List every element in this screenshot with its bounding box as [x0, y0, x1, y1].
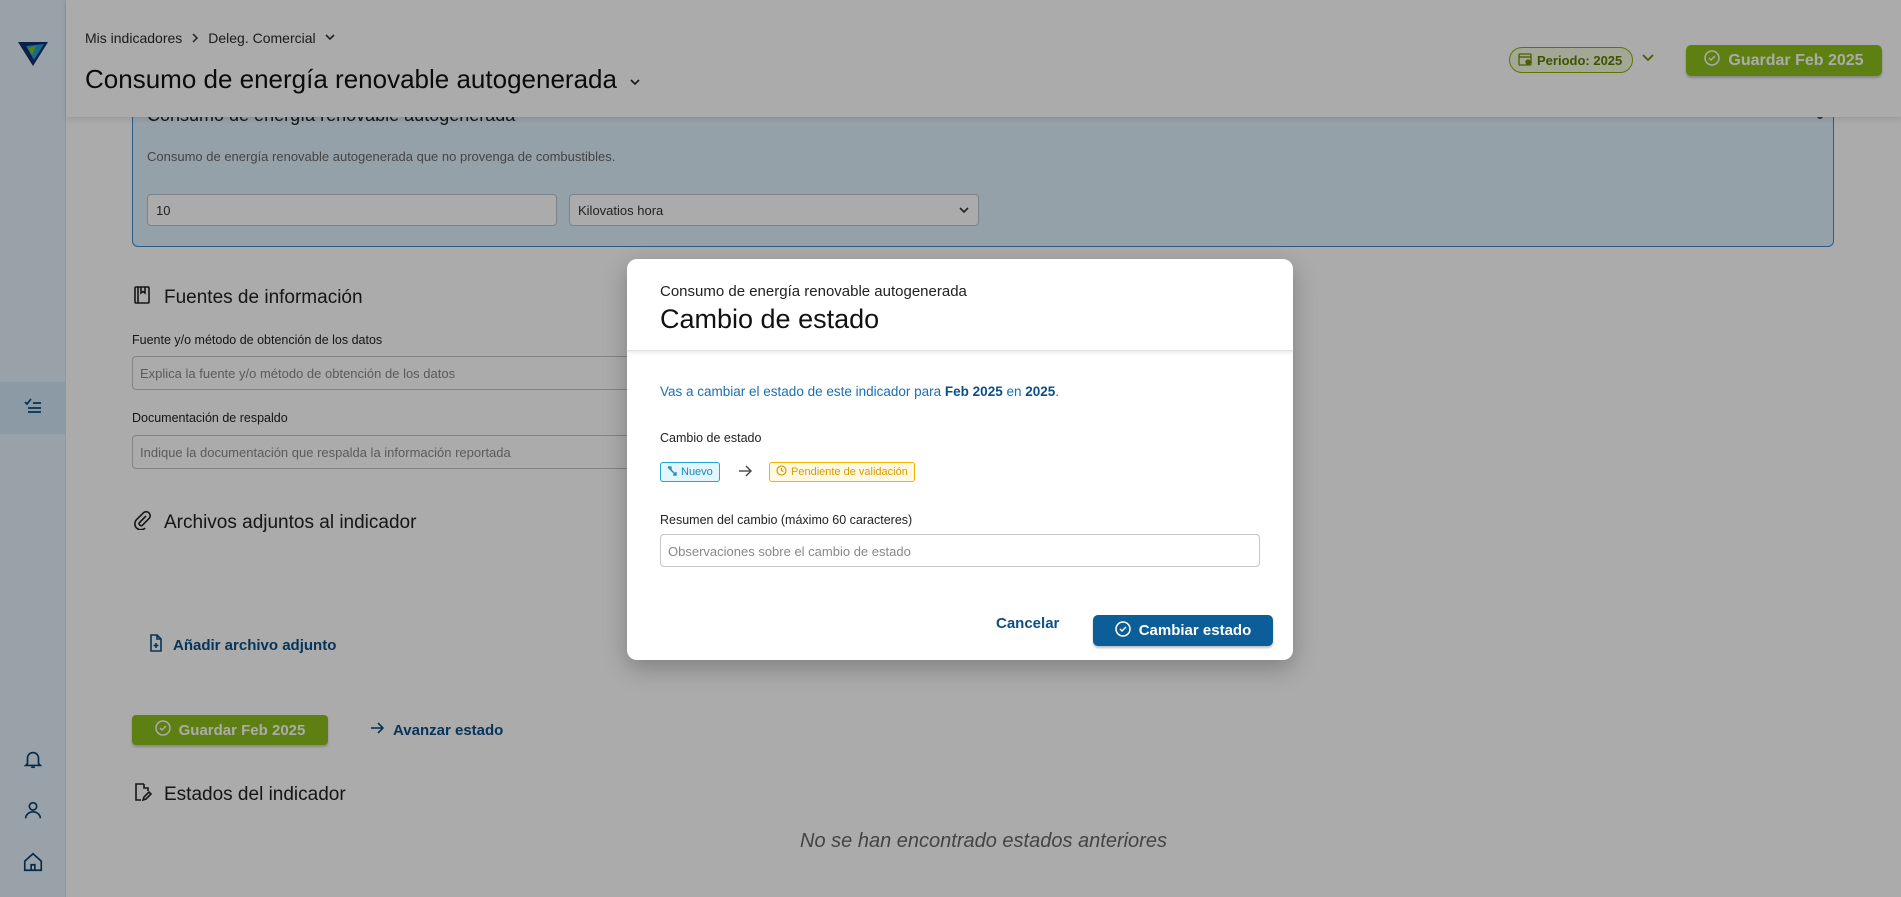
to-state-label: Pendiente de validación [791, 466, 908, 478]
clock-icon [776, 465, 787, 479]
status-badge-new: Nuevo [660, 462, 720, 482]
info-period: Feb 2025 [944, 384, 1003, 399]
arrow-diagonal-icon [667, 465, 677, 479]
info-suffix: . [1055, 384, 1060, 399]
arrow-right-icon [737, 463, 753, 484]
modal-title: Cambio de estado [660, 304, 880, 334]
change-state-modal: Consumo de energía renovable autogenerad… [627, 259, 1293, 660]
info-year: 2025 [1025, 384, 1056, 399]
change-state-button[interactable]: Cambiar estado [1093, 615, 1273, 646]
modal-header: Consumo de energía renovable autogenerad… [627, 259, 1293, 351]
cancel-button[interactable]: Cancelar [996, 615, 1059, 632]
status-badge-pending: Pendiente de validación [769, 462, 915, 482]
from-state-label: Nuevo [681, 466, 713, 478]
summary-input[interactable]: Observaciones sobre el cambio de estado [660, 534, 1260, 567]
summary-label: Resumen del cambio (máximo 60 caracteres… [660, 513, 913, 527]
info-mid: en [1002, 384, 1026, 399]
info-prefix: Vas a cambiar el estado de este indicado… [660, 384, 945, 399]
modal-info-text: Vas a cambiar el estado de este indicado… [660, 384, 1059, 399]
check-circle-icon [1114, 620, 1131, 641]
modal-subtitle: Consumo de energía renovable autogenerad… [660, 283, 967, 300]
change-state-label: Cambiar estado [1138, 622, 1252, 639]
state-change-label: Cambio de estado [660, 431, 762, 445]
